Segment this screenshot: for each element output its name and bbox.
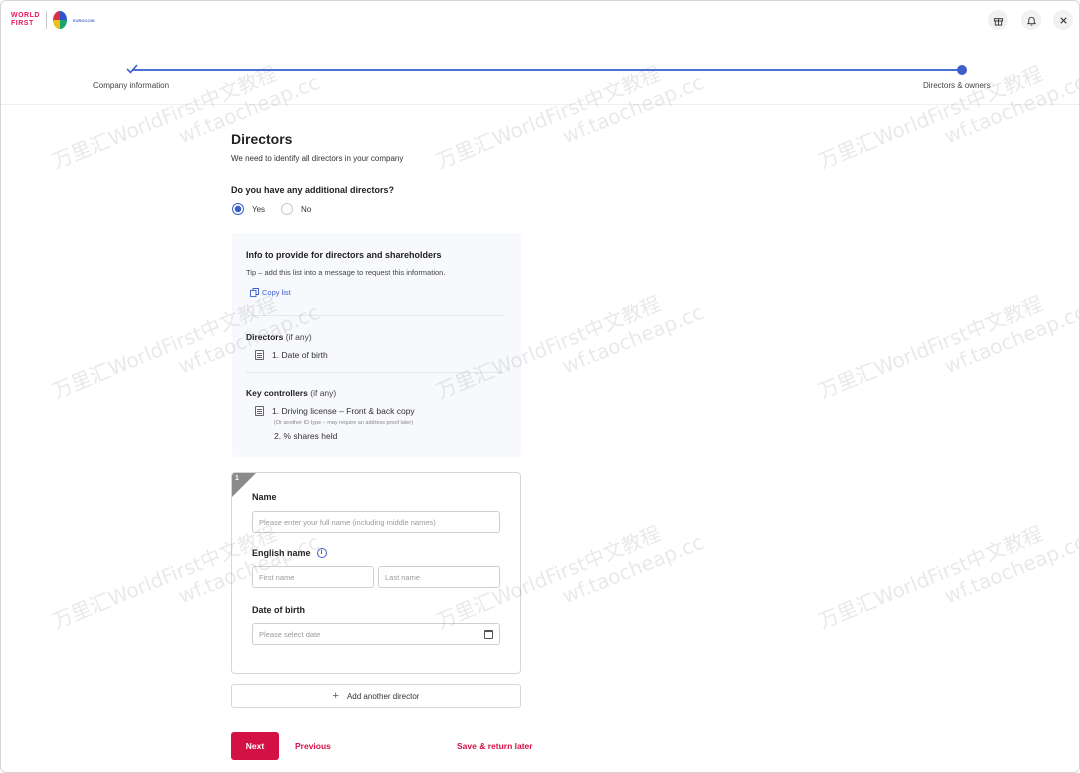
info-icon[interactable]: i: [316, 548, 327, 558]
add-another-director-button[interactable]: + Add another director: [231, 684, 521, 708]
copy-list-label: Copy list: [262, 288, 291, 297]
info-card: Info to provide for directors and shareh…: [232, 233, 521, 457]
save-return-later-link[interactable]: Save & return later: [457, 741, 533, 751]
full-name-input[interactable]: Please enter your full name (including m…: [252, 511, 500, 533]
watermark-line1: 万里汇WorldFirst中文教程: [815, 521, 1046, 634]
gift-icon: [993, 17, 1003, 26]
watermark: 万里汇WorldFirst中文教程wf.taocheap.cc: [815, 278, 1080, 426]
controllers-item-note: (Or another ID type – may require an add…: [274, 420, 414, 426]
next-button[interactable]: Next: [231, 732, 279, 760]
date-of-birth-label: Date of birth: [252, 605, 305, 615]
calendar-icon[interactable]: [484, 630, 493, 639]
logo-line1: WORLD: [11, 12, 40, 19]
controllers-item-1: 1. Driving license – Front & back copy: [272, 406, 415, 416]
partner-logo-text: EUROCOIN: [72, 17, 95, 23]
divider: [246, 315, 505, 316]
radio-yes-control[interactable]: [232, 203, 244, 215]
controllers-heading-text: Key controllers: [246, 388, 308, 398]
directors-item-1: 1. Date of birth: [272, 350, 328, 360]
partner-emblem-icon: [52, 11, 67, 29]
step-company-information[interactable]: Company information: [93, 81, 169, 90]
watermark-line2: wf.taocheap.cc: [558, 529, 707, 609]
page-subtitle: We need to identify all directors in you…: [231, 154, 404, 163]
watermark-line2: wf.taocheap.cc: [940, 299, 1080, 379]
previous-link[interactable]: Previous: [295, 741, 331, 751]
list-item: 1. Driving license – Front & back copy: [255, 406, 415, 416]
watermark: 万里汇WorldFirst中文教程wf.taocheap.cc: [815, 508, 1080, 656]
current-step-dot: [957, 65, 967, 75]
name-label-text: Name: [252, 492, 277, 502]
copy-list-link[interactable]: Copy list: [250, 288, 291, 297]
radio-no-control[interactable]: [281, 203, 293, 215]
page-title: Directors: [231, 131, 293, 147]
list-item: 1. Date of birth: [255, 350, 328, 360]
name-label: Name: [252, 492, 277, 502]
date-of-birth-picker[interactable]: Please select date: [252, 623, 500, 645]
stepper-track: [132, 69, 962, 71]
close-button[interactable]: [1053, 10, 1073, 30]
radio-yes-label: Yes: [252, 204, 266, 214]
close-icon: [1059, 16, 1067, 24]
logo-wordmark: WORLD FIRST: [11, 12, 40, 28]
watermark-line2: wf.taocheap.cc: [940, 529, 1080, 609]
english-name-label: English name i: [252, 548, 327, 558]
last-name-placeholder: Last name: [385, 572, 421, 582]
key-controllers-heading: Key controllers (if any): [246, 388, 336, 398]
gift-button[interactable]: [988, 10, 1008, 30]
first-name-placeholder: First name: [259, 572, 295, 582]
dob-placeholder: Please select date: [259, 629, 321, 639]
logo-line2: FIRST: [11, 20, 34, 27]
notifications-button[interactable]: [1021, 10, 1041, 30]
top-bar: WORLD FIRST EUROCOIN: [1, 1, 1079, 39]
directors-heading-text: Directors: [246, 332, 284, 342]
logo-divider: [45, 11, 47, 29]
document-icon: [255, 350, 264, 360]
plus-icon: +: [332, 690, 339, 702]
radio-yes[interactable]: Yes: [232, 203, 265, 215]
step-directors-owners: Directors & owners: [923, 81, 991, 90]
info-title: Info to provide for directors and shareh…: [246, 250, 442, 260]
dob-label-text: Date of birth: [252, 605, 305, 615]
full-name-placeholder: Please enter your full name (including m…: [259, 517, 436, 527]
first-name-input[interactable]: First name: [252, 566, 374, 588]
directors-heading: Directors (if any): [246, 332, 312, 342]
progress-stepper: Company information Directors & owners: [1, 39, 1079, 105]
directors-qualifier: (if any): [285, 332, 312, 342]
radio-no[interactable]: No: [281, 203, 311, 215]
controllers-qualifier: (if any): [310, 388, 337, 398]
check-icon: [126, 64, 138, 74]
director-card: 1 Name Please enter your full name (incl…: [231, 472, 521, 674]
document-icon: [255, 406, 264, 416]
info-tip: Tip – add this list into a message to re…: [246, 268, 446, 277]
additional-directors-question: Do you have any additional directors?: [231, 185, 395, 195]
app-window: WORLD FIRST EUROCOIN Company information…: [0, 0, 1080, 773]
watermark-line2: wf.taocheap.cc: [558, 299, 707, 379]
bell-icon: [1026, 16, 1036, 26]
controllers-item-2: 2. % shares held: [274, 431, 338, 441]
divider: [246, 372, 505, 373]
last-name-input[interactable]: Last name: [378, 566, 500, 588]
radio-no-label: No: [301, 204, 312, 214]
card-number: 1: [235, 475, 239, 482]
worldfirst-logo: WORLD FIRST EUROCOIN: [11, 11, 95, 29]
english-name-label-text: English name: [252, 548, 311, 558]
add-director-label: Add another director: [346, 691, 420, 701]
watermark-line1: 万里汇WorldFirst中文教程: [815, 291, 1046, 404]
list-item: 2. % shares held: [274, 431, 337, 441]
copy-icon: [250, 288, 259, 297]
